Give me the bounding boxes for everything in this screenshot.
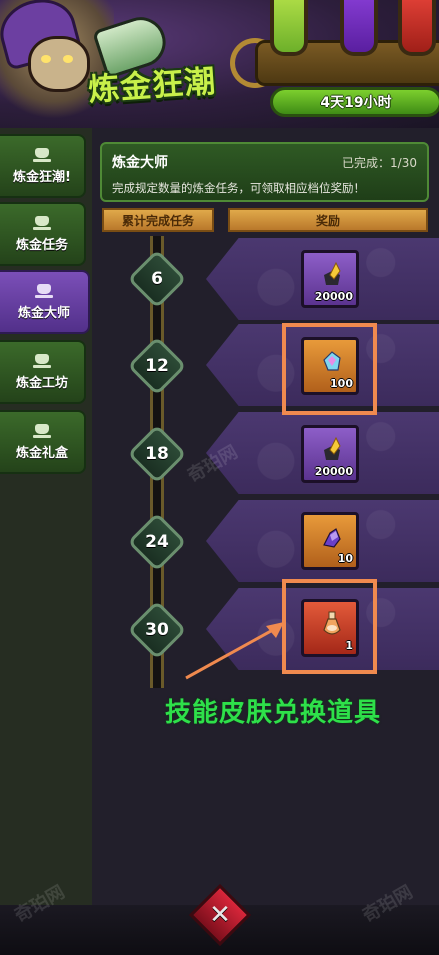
eye-icon xyxy=(63,55,73,63)
eye-icon xyxy=(41,55,51,63)
sidebar: 炼金狂潮! 炼金任务 炼金大师 炼金工坊 炼金礼盒 xyxy=(0,128,92,955)
purple-crystal-icon xyxy=(323,528,341,548)
annotation-label: 技能皮肤兑换道具 xyxy=(165,698,382,728)
crystal-icon xyxy=(323,351,341,371)
reward-slot[interactable]: 1 xyxy=(301,599,359,657)
milestone-count: 30 xyxy=(145,620,169,640)
milestone-count: 18 xyxy=(145,444,169,464)
gold-ore-icon xyxy=(324,261,341,285)
sidebar-item-alchemy-tasks[interactable]: 炼金任务 xyxy=(0,202,86,266)
sidebar-item-label: 炼金工坊 xyxy=(15,375,68,391)
milestone-count: 24 xyxy=(145,532,169,552)
reward-slot[interactable]: 10 xyxy=(301,512,359,570)
page-title: 炼金大师 xyxy=(112,155,168,171)
milestone-count: 6 xyxy=(151,269,163,289)
flask-icon xyxy=(33,423,51,438)
column-header-tasks: 累计完成任务 xyxy=(102,208,214,232)
event-title: 炼金狂潮 xyxy=(87,63,218,109)
gold-ore-icon xyxy=(324,436,341,460)
event-timer: 4天19小时 xyxy=(270,87,439,117)
sidebar-item-alchemy-workshop[interactable]: 炼金工坊 xyxy=(0,340,86,404)
reward-slot[interactable]: 100 xyxy=(301,337,359,395)
flask-icon xyxy=(33,147,51,162)
sidebar-item-label: 炼金礼盒 xyxy=(15,445,68,461)
flask-icon xyxy=(33,215,51,230)
flask-icon xyxy=(33,353,51,368)
milestone-count: 12 xyxy=(145,356,169,376)
reward-slot[interactable]: 20000 xyxy=(301,425,359,483)
timer-text: 4天19小时 xyxy=(320,95,392,111)
reward-slot[interactable]: 20000 xyxy=(301,250,359,308)
reward-quantity: 100 xyxy=(330,377,353,390)
purple-tube-icon xyxy=(340,0,378,56)
potion-icon xyxy=(323,611,341,635)
column-header-reward: 奖励 xyxy=(228,208,428,232)
sidebar-item-label: 炼金狂潮! xyxy=(13,169,71,185)
event-banner: 炼金狂潮 4天19小时 xyxy=(0,0,439,128)
sidebar-item-label: 炼金任务 xyxy=(15,237,68,253)
green-tube-icon xyxy=(270,0,308,56)
completion-progress: 已完成：1/30 xyxy=(342,156,417,170)
flask-icon xyxy=(35,283,53,298)
sidebar-item-label: 炼金大师 xyxy=(17,305,70,321)
sidebar-item-alchemy-giftbox[interactable]: 炼金礼盒 xyxy=(0,410,86,474)
sidebar-item-alchemy-master[interactable]: 炼金大师 xyxy=(0,270,90,334)
reward-quantity: 10 xyxy=(337,552,353,565)
reward-quantity: 1 xyxy=(345,639,353,652)
sidebar-item-alchemy-frenzy[interactable]: 炼金狂潮! xyxy=(0,134,86,198)
mascot-face xyxy=(28,36,90,92)
info-card: 炼金大师 已完成：1/30 完成规定数量的炼金任务，可领取相应档位奖励！ xyxy=(100,142,429,202)
main-panel: 炼金大师 已完成：1/30 完成规定数量的炼金任务，可领取相应档位奖励！ 累计完… xyxy=(92,128,439,955)
red-tube-icon xyxy=(398,0,436,56)
reward-quantity: 20000 xyxy=(314,290,353,303)
reward-quantity: 20000 xyxy=(314,465,353,478)
annotation-arrow-icon xyxy=(185,622,284,680)
page-description: 完成规定数量的炼金任务，可领取相应档位奖励！ xyxy=(112,181,365,195)
